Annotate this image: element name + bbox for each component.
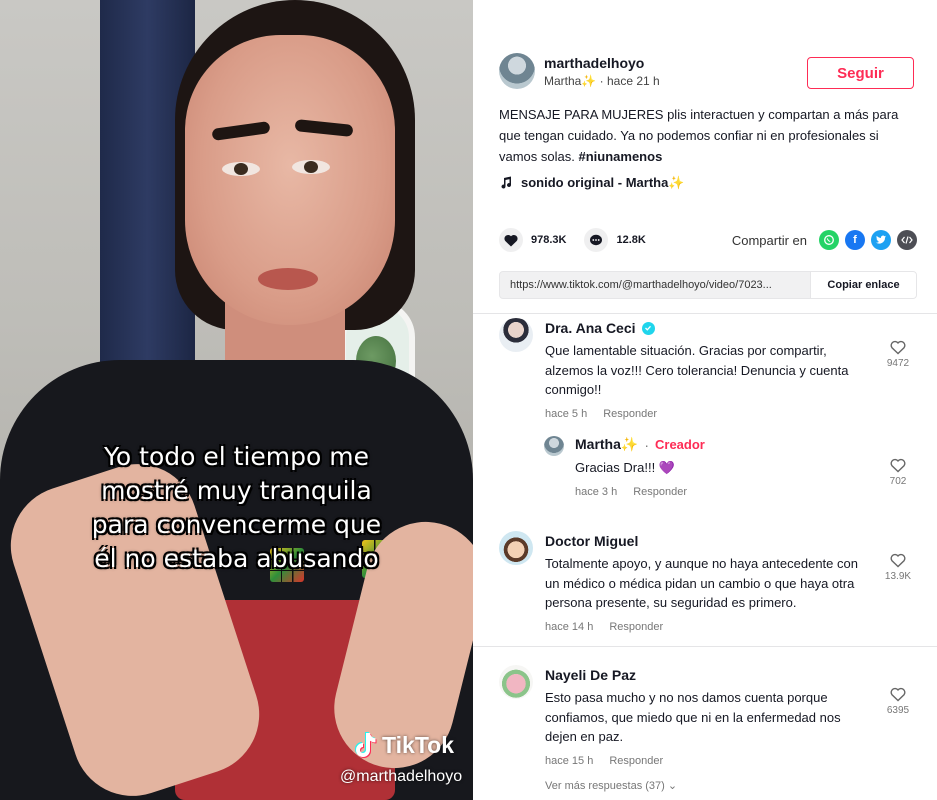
music-title: sonido original - Martha✨ bbox=[521, 175, 685, 190]
reply-like[interactable]: 702 bbox=[883, 458, 913, 487]
engagement-bar: 978.3K 12.8K Compartir en f bbox=[499, 228, 917, 252]
reply-avatar[interactable] bbox=[544, 436, 564, 456]
comment-time: hace 5 h bbox=[545, 407, 588, 420]
caption-line: él no estaba abusando bbox=[94, 544, 379, 573]
watermark-handle: @marthadelhoyo bbox=[340, 768, 463, 785]
like-count: 978.3K bbox=[531, 234, 567, 246]
post-description: MENSAJE PARA MUJERES plis interactuen y … bbox=[499, 104, 919, 167]
reply-button[interactable]: Responder bbox=[609, 621, 663, 633]
comment-item: Nayeli De Paz Esto pasa mucho y no nos d… bbox=[499, 665, 913, 800]
reply-time: hace 3 h bbox=[575, 485, 618, 498]
comment-item: Dra. Ana Ceci Que lamentable situación. … bbox=[499, 318, 913, 508]
comment-like-count: 13.9K bbox=[884, 571, 912, 582]
author-username[interactable]: marthadelhoyo bbox=[544, 55, 660, 71]
comment-like[interactable]: 13.9K bbox=[883, 553, 913, 582]
author-avatar[interactable] bbox=[499, 53, 535, 89]
caption-line: Yo todo el tiempo me bbox=[103, 442, 369, 471]
whatsapp-icon[interactable] bbox=[819, 230, 839, 250]
dot-separator: · bbox=[599, 73, 607, 88]
heart-outline-icon[interactable] bbox=[890, 553, 906, 568]
video-player[interactable]: Yo todo el tiempo me mostré muy tranquil… bbox=[0, 0, 473, 800]
creator-badge: Creador bbox=[655, 437, 705, 452]
comment-icon[interactable] bbox=[584, 228, 609, 252]
music-link[interactable]: sonido original - Martha✨ bbox=[499, 175, 685, 191]
share-link-box: https://www.tiktok.com/@marthadelhoyo/vi… bbox=[499, 271, 917, 299]
hashtag-link[interactable]: #niunamenos bbox=[579, 149, 663, 164]
facebook-icon[interactable]: f bbox=[845, 230, 865, 250]
chevron-down-icon: ⌄ bbox=[667, 779, 678, 792]
commenter-avatar[interactable] bbox=[499, 531, 533, 565]
heart-icon[interactable] bbox=[499, 228, 523, 252]
reply-button[interactable]: Responder bbox=[633, 486, 687, 498]
heart-outline-icon[interactable] bbox=[890, 687, 906, 702]
video-eye-right bbox=[292, 160, 330, 174]
comment-time: hace 15 h bbox=[545, 754, 594, 767]
twitter-icon[interactable] bbox=[871, 230, 891, 250]
reply-item: Martha✨ · Creador Gracias Dra!!! 💜 hace … bbox=[544, 436, 913, 506]
comment-like-count: 6395 bbox=[886, 705, 910, 716]
comment-like-count: 9472 bbox=[886, 358, 910, 369]
reply-text: Gracias Dra!!! 💜 bbox=[575, 460, 675, 475]
details-panel: marthadelhoyo Martha✨ · hace 21 h Seguir… bbox=[473, 0, 937, 800]
commenter-name[interactable]: Nayeli De Paz bbox=[545, 667, 875, 683]
commenter-avatar[interactable] bbox=[499, 318, 533, 352]
reply-like-count: 702 bbox=[889, 476, 907, 487]
comment-like[interactable]: 6395 bbox=[883, 687, 913, 716]
share-label: Compartir en bbox=[731, 232, 807, 248]
tiktok-wordmark: TikTok bbox=[382, 731, 454, 758]
reply-button[interactable]: Responder bbox=[603, 408, 657, 420]
author-nickname: Martha✨ bbox=[544, 73, 597, 88]
caption-line: para convencerme que bbox=[91, 510, 382, 539]
commenter-name[interactable]: Doctor Miguel bbox=[545, 533, 875, 549]
commenter-avatar[interactable] bbox=[499, 665, 533, 699]
section-divider bbox=[473, 646, 937, 647]
view-more-replies[interactable]: Ver más respuestas (37) ⌄ bbox=[545, 779, 875, 792]
heart-outline-icon[interactable] bbox=[890, 340, 906, 355]
tiktok-note-icon bbox=[355, 732, 377, 758]
commenter-name[interactable]: Dra. Ana Ceci bbox=[545, 320, 875, 336]
comment-count: 12.8K bbox=[616, 234, 646, 246]
author-info[interactable]: marthadelhoyo Martha✨ · hace 21 h bbox=[499, 53, 660, 89]
embed-icon[interactable] bbox=[897, 230, 917, 250]
description-text: MENSAJE PARA MUJERES plis interactuen y … bbox=[499, 107, 899, 164]
comment-item: Doctor Miguel Totalmente apoyo, y aunque… bbox=[499, 531, 913, 641]
copy-link-button[interactable]: Copiar enlace bbox=[810, 272, 916, 298]
tiktok-watermark: TikTok bbox=[352, 731, 454, 759]
comment-like[interactable]: 9472 bbox=[883, 340, 913, 369]
like-stat[interactable]: 978.3K bbox=[499, 228, 566, 252]
verified-badge-icon bbox=[641, 321, 655, 335]
share-bar: Compartir en f bbox=[732, 230, 917, 250]
share-link-url[interactable]: https://www.tiktok.com/@marthadelhoyo/vi… bbox=[500, 272, 810, 298]
video-eye-left bbox=[222, 162, 260, 176]
comment-time: hace 14 h bbox=[545, 620, 594, 633]
comment-text: Que lamentable situación. Gracias por co… bbox=[545, 343, 849, 397]
video-caption: Yo todo el tiempo me mostré muy tranquil… bbox=[0, 440, 473, 576]
section-divider bbox=[473, 313, 937, 314]
heart-outline-icon[interactable] bbox=[890, 458, 906, 473]
comment-text: Esto pasa mucho y no nos damos cuenta po… bbox=[545, 690, 841, 744]
reply-button[interactable]: Responder bbox=[609, 755, 663, 767]
commenter-name-text[interactable]: Dra. Ana Ceci bbox=[545, 320, 636, 336]
video-mouth bbox=[258, 268, 318, 290]
reply-author-name[interactable]: Martha✨ bbox=[575, 436, 638, 453]
comment-text: Totalmente apoyo, y aunque no haya antec… bbox=[545, 556, 858, 610]
caption-line: mostré muy tranquila bbox=[101, 476, 372, 505]
reply-author[interactable]: Martha✨ · Creador bbox=[575, 436, 905, 453]
post-time: hace 21 h bbox=[606, 73, 660, 88]
music-note-icon bbox=[501, 176, 512, 189]
author-subline: Martha✨ · hace 21 h bbox=[544, 74, 660, 88]
comment-stat[interactable]: 12.8K bbox=[584, 228, 646, 252]
follow-button[interactable]: Seguir bbox=[807, 57, 914, 89]
dot-separator: · bbox=[644, 436, 649, 453]
view-more-replies-label[interactable]: Ver más respuestas (37) bbox=[545, 780, 665, 792]
